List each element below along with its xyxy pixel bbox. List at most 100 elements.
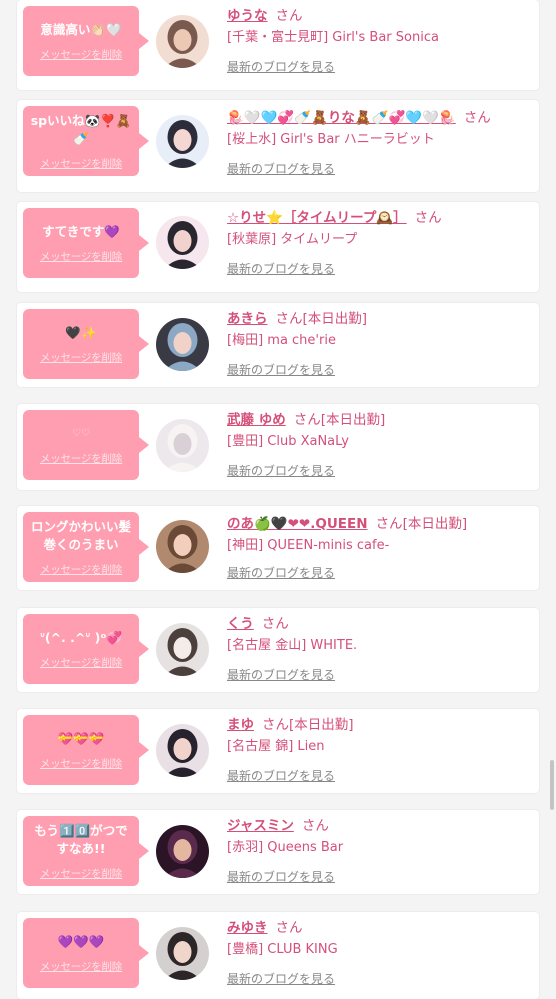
cast-name-link[interactable]: まゆ [227, 717, 254, 733]
cast-name-link[interactable]: みゆき [227, 920, 268, 936]
working-today-badge: [本日出勤] [320, 412, 386, 428]
shop-label: [名古屋 金山] WHITE. [227, 638, 358, 653]
message-list: 意識高い👏🏻🤍 メッセージを削除 ゆうな さん [千葉・富士見町] Girl's Bar… [0, 0, 556, 999]
message-text: ロングかわいい髪巻くのうまい [30, 518, 131, 552]
cast-info: みゆき さん [豊橋] CLUB KING 最新のブログを見る [227, 918, 535, 986]
cast-name-link[interactable]: 武藤 ゆめ [227, 412, 286, 428]
shop-label: [豊橋] CLUB KING [227, 942, 338, 957]
message-text: spいいね🐼❣️🧸🍼 [30, 112, 132, 146]
delete-message-link[interactable]: メッセージを削除 [40, 47, 122, 62]
avatar[interactable] [156, 825, 209, 878]
name-line: あきら さん[本日出勤] [227, 309, 535, 329]
cast-name-link[interactable]: くう [227, 616, 254, 632]
honorific: さん [414, 210, 442, 226]
delete-message-link[interactable]: メッセージを削除 [40, 655, 122, 670]
cast-name-link[interactable]: あきら [227, 311, 268, 327]
message-text: 🖤✨ [65, 324, 97, 340]
name-line: まゆ さん[本日出勤] [227, 715, 535, 735]
shop-label: [神田] QUEEN-minis cafe- [227, 538, 390, 553]
avatar[interactable] [156, 216, 209, 269]
latest-blog-link[interactable]: 最新のブログを見る [227, 361, 335, 379]
delete-message-link[interactable]: メッセージを削除 [40, 959, 122, 974]
cast-info: 武藤 ゆめ さん[本日出勤] [豊田] Club XaNaLy 最新のブログを見る [227, 410, 535, 478]
latest-blog-link[interactable]: 最新のブログを見る [227, 564, 335, 582]
working-today-badge: [本日出勤] [402, 516, 468, 532]
shop-label: [赤羽] Queens Bar [227, 840, 344, 855]
message-bubble: 🖤✨ メッセージを削除 [23, 309, 149, 379]
message-bubble: ᐡ(^. .^ᐡ )ᵒ💞 メッセージを削除 [23, 614, 149, 684]
cast-info: ☆りせ⭐️［タイムリープ🕰️］ さん [秋葉原] タイムリープ 最新のブログを見る [227, 208, 535, 276]
name-line: のあ🍏🖤‪‪❤︎‬‪‪❤︎‬.QUEEN さん[本日出勤] [227, 514, 535, 534]
shop-label: [秋葉原] タイムリープ [227, 232, 358, 247]
honorific: さん [293, 412, 321, 428]
honorific: さん [275, 920, 303, 936]
delete-message-link[interactable]: メッセージを削除 [40, 350, 122, 365]
delete-message-link[interactable]: メッセージを削除 [40, 756, 122, 771]
cast-info: まゆ さん[本日出勤] [名古屋 錦] Lien 最新のブログを見る [227, 715, 535, 783]
message-card: 🖤✨ メッセージを削除 あきら さん[本日出勤] [梅田] ma che'rie 最新のブ… [17, 303, 539, 387]
message-text: ᐡ(^. .^ᐡ )ᵒ💞 [39, 629, 123, 645]
avatar[interactable] [156, 15, 209, 68]
latest-blog-link[interactable]: 最新のブログを見る [227, 868, 335, 886]
cast-name-link[interactable]: ☆りせ⭐️［タイムリープ🕰️］ [227, 210, 407, 226]
cast-name-link[interactable]: 🪼🤍🩵💞🍼🧸りな🧸🍼💞🩵🤍🪼 [227, 110, 456, 126]
shop-label: [梅田] ma che'rie [227, 333, 336, 348]
cast-info: のあ🍏🖤‪‪❤︎‬‪‪❤︎‬.QUEEN さん[本日出勤] [神田] QUEEN-m… [227, 514, 535, 580]
message-card: もう1️⃣0️⃣がつですなあ!! メッセージを削除 ジャスミン さん [赤羽] Quee… [17, 810, 539, 894]
delete-message-link[interactable]: メッセージを削除 [40, 451, 122, 466]
message-card: ♡♡ メッセージを削除 武藤 ゆめ さん[本日出勤] [豊田] Club XaNaLy 最… [17, 404, 539, 490]
message-text: 💜💜💜 [57, 933, 105, 949]
honorific: さん [275, 311, 303, 327]
latest-blog-link[interactable]: 最新のブログを見る [227, 58, 335, 76]
scrollbar[interactable] [550, 760, 554, 810]
avatar[interactable] [156, 724, 209, 777]
avatar[interactable] [156, 318, 209, 371]
latest-blog-link[interactable]: 最新のブログを見る [227, 970, 335, 988]
delete-message-link[interactable]: メッセージを削除 [40, 156, 122, 171]
message-text: 💝💝💝 [57, 730, 105, 746]
message-card: 意識高い👏🏻🤍 メッセージを削除 ゆうな さん [千葉・富士見町] Girl's Bar… [17, 0, 539, 90]
honorific: さん [463, 110, 491, 126]
message-bubble: 意識高い👏🏻🤍 メッセージを削除 [23, 6, 149, 76]
avatar[interactable] [156, 115, 209, 168]
shop-label: [豊田] Club XaNaLy [227, 434, 349, 449]
message-text: ♡♡ [72, 427, 90, 439]
message-bubble: 💝💝💝 メッセージを削除 [23, 715, 149, 785]
latest-blog-link[interactable]: 最新のブログを見る [227, 767, 335, 785]
delete-message-link[interactable]: メッセージを削除 [40, 249, 122, 264]
message-card: spいいね🐼❣️🧸🍼 メッセージを削除 🪼🤍🩵💞🍼🧸りな🧸🍼💞🩵🤍🪼 さん [桜上水] … [17, 100, 539, 192]
name-line: くう さん [227, 614, 535, 634]
working-today-badge: [本日出勤] [302, 311, 368, 327]
avatar[interactable] [156, 520, 209, 573]
cast-name-link[interactable]: ゆうな [227, 8, 268, 24]
message-text: もう1️⃣0️⃣がつですなあ!! [34, 822, 128, 856]
cast-info: ゆうな さん [千葉・富士見町] Girl's Bar Sonica 最新のブログを見… [227, 6, 535, 74]
honorific: さん [275, 8, 303, 24]
latest-blog-link[interactable]: 最新のブログを見る [227, 160, 335, 178]
message-bubble: もう1️⃣0️⃣がつですなあ!! メッセージを削除 [23, 816, 149, 886]
honorific: さん [261, 616, 289, 632]
avatar[interactable] [156, 419, 209, 472]
message-bubble: ロングかわいい髪巻くのうまいメッセージを削除 [23, 512, 149, 582]
name-line: ☆りせ⭐️［タイムリープ🕰️］ さん [227, 208, 535, 228]
message-text: 意識高い👏🏻🤍 [40, 21, 122, 37]
message-text: すてきです💜 [42, 223, 120, 239]
working-today-badge: [本日出勤] [289, 717, 354, 733]
avatar[interactable] [156, 623, 209, 676]
latest-blog-link[interactable]: 最新のブログを見る [227, 260, 335, 278]
delete-message-link[interactable]: メッセージを削除 [40, 866, 122, 881]
latest-blog-link[interactable]: 最新のブログを見る [227, 462, 335, 480]
latest-blog-link[interactable]: 最新のブログを見る [227, 666, 335, 684]
name-line: ゆうな さん [227, 6, 535, 26]
cast-name-link[interactable]: のあ🍏🖤‪‪❤︎‬‪‪❤︎‬.QUEEN [227, 516, 368, 532]
delete-message-link[interactable]: メッセージを削除 [40, 562, 122, 577]
cast-info: くう さん [名古屋 金山] WHITE. 最新のブログを見る [227, 614, 535, 682]
message-bubble: すてきです💜 メッセージを削除 [23, 208, 149, 278]
shop-label: [桜上水] Girl's Bar ハニーラビット [227, 132, 435, 147]
message-card: 💝💝💝 メッセージを削除 まゆ さん[本日出勤] [名古屋 錦] Lien 最新のブログを… [17, 709, 539, 793]
cast-name-link[interactable]: ジャスミン [227, 818, 294, 834]
honorific: さん [375, 516, 403, 532]
avatar[interactable] [156, 927, 209, 980]
cast-info: あきら さん[本日出勤] [梅田] ma che'rie 最新のブログを見る [227, 309, 535, 377]
message-bubble: spいいね🐼❣️🧸🍼 メッセージを削除 [23, 106, 149, 176]
